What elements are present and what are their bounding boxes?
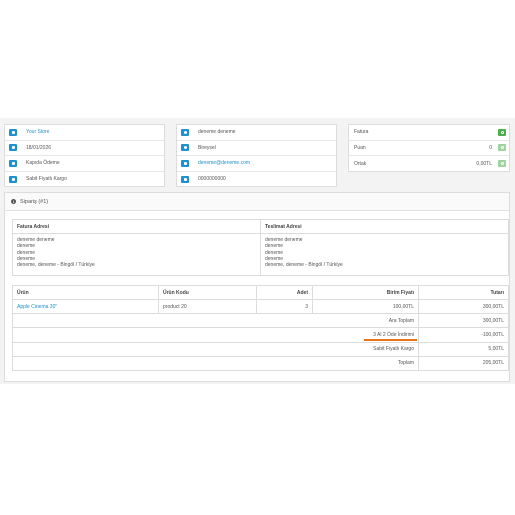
points-row: Puan 0 [349,141,509,156]
invoice-label: Fatura [354,129,369,136]
grand-total-row: Toplam 205,00TL [12,355,509,371]
email-row: deneme@deneme.com [177,156,336,172]
customer-group: Bireysel [198,144,216,151]
store-name-link[interactable]: Your Store [26,129,49,135]
discount-highlight-underline [364,339,417,341]
subtotal-label: Ara Toplam [12,313,419,329]
shipping-line: deneme, deneme - Bingöl / Türkiye [265,262,343,269]
add-points-button[interactable] [498,144,506,152]
affiliate-label: Ortak [354,160,367,167]
shipping-total-value: 5,00TL [418,341,509,357]
billing-address-header: Fatura Adresi [12,219,261,234]
order-panel: i Sipariş (#1) Fatura Adresi Teslimat Ad… [4,192,510,382]
subtotal-row: Ara Toplam 300,00TL [12,313,509,329]
subtotal-value: 300,00TL [418,313,509,329]
shipping-total-row: Sabit Fiyatlı Kargo 5,00TL [12,341,509,357]
generate-invoice-button[interactable] [498,128,506,136]
shipping-row: Sabit Fiyatlı Kargo [5,172,164,188]
product-quantity: 3 [256,298,313,315]
add-commission-button[interactable] [498,160,506,168]
billing-address: deneme deneme deneme deneme deneme denem… [12,233,261,276]
payment-method: Kapıda Ödeme [26,160,60,167]
info-circle-icon: i [11,199,16,204]
cart-icon[interactable] [9,128,17,136]
product-link[interactable]: Apple Cinema 30" [17,304,57,310]
envelope-icon[interactable] [181,159,189,167]
phone-icon[interactable] [181,175,189,183]
shipping-address-header: Teslimat Adresi [260,219,509,234]
column-total: Tutarı [418,285,509,300]
discount-value: -100,00TL [418,327,509,343]
customer-name-row: deneme deneme [177,125,336,141]
column-product: Ürün [12,285,159,300]
discount-row: 3 Al 2 Öde İndirimi -100,00TL [12,327,509,343]
invoice-row: Fatura [349,125,509,141]
order-panel-heading: i Sipariş (#1) [5,193,509,211]
shipping-address: deneme deneme deneme deneme deneme denem… [260,233,509,276]
product-unit-price: 100,00TL [312,298,419,315]
products-table: Ürün Ürün Kodu Adet Birim Fiyatı Tutarı … [12,285,509,371]
users-group-icon[interactable] [181,144,189,152]
product-total: 300,00TL [418,298,509,315]
shipping-method: Sabit Fiyatlı Kargo [26,176,67,183]
affiliate-commission: 0,00TL [476,160,492,167]
order-title: Sipariş (#1) [20,198,49,205]
calendar-icon[interactable] [9,144,17,152]
customer-name: deneme deneme [198,129,236,136]
column-quantity: Adet [256,285,313,300]
order-info-area: Your Store 18/01/2026 Kapıda Ödeme Sabit… [0,118,515,384]
date-row: 18/01/2026 [5,141,164,156]
credit-card-icon[interactable] [9,159,17,167]
customer-email-link[interactable]: deneme@deneme.com [198,160,250,166]
points-value: 0 [489,144,492,151]
table-row: Apple Cinema 30" product 20 3 100,00TL 3… [12,298,509,315]
affiliate-row: Ortak 0,00TL [349,156,509,172]
customer-group-row: Bireysel [177,141,336,156]
grand-total-value: 205,00TL [418,355,509,371]
product-code: product 20 [158,298,257,315]
truck-icon[interactable] [9,175,17,183]
customer-info-panel: deneme deneme Bireysel deneme@deneme.com… [176,124,337,187]
customer-phone: 0000000000 [198,176,226,183]
store-info-panel: Your Store 18/01/2026 Kapıda Ödeme Sabit… [4,124,165,187]
shipping-total-label: Sabit Fiyatlı Kargo [12,341,419,357]
column-unit-price: Birim Fiyatı [312,285,419,300]
store-row: Your Store [5,125,164,141]
address-table: Fatura Adresi Teslimat Adresi deneme den… [12,219,509,276]
grand-total-label: Toplam [12,355,419,371]
user-icon[interactable] [181,128,189,136]
order-date: 18/01/2026 [26,144,52,151]
discount-label: 3 Al 2 Öde İndirimi [12,327,419,343]
billing-line: deneme, deneme - Bingöl / Türkiye [17,262,95,269]
column-product-code: Ürün Kodu [158,285,257,300]
payment-row: Kapıda Ödeme [5,156,164,172]
points-label: Puan [354,144,366,151]
options-panel: Fatura Puan 0 Ortak 0,00TL [348,124,510,172]
phone-row: 0000000000 [177,172,336,188]
